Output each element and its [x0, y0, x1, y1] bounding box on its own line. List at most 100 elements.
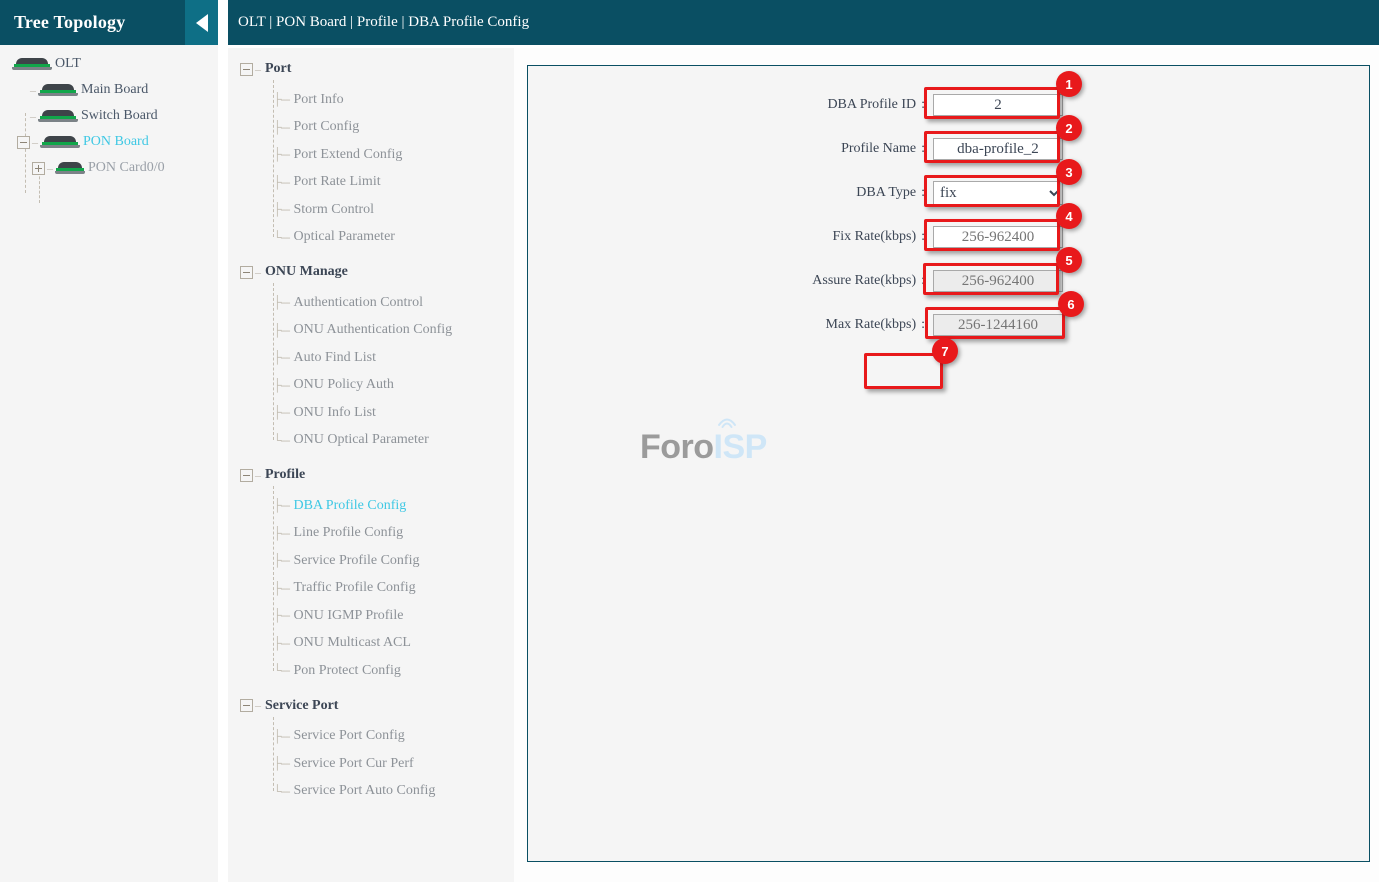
menu-group-label: Profile: [265, 467, 306, 482]
app-root: Tree Topology OLT – Main Board – Switch …: [0, 0, 1379, 886]
menu-item-port-config[interactable]: ├--- Port Config: [228, 114, 514, 142]
device-board-icon: [40, 136, 80, 148]
field-row-fix-rate: Fix Rate(kbps):: [528, 226, 1369, 248]
assure-rate-input[interactable]: [933, 270, 1063, 292]
menu-item-label: Port Rate Limit: [293, 174, 381, 190]
annotation-badge-6: 6: [1058, 291, 1084, 317]
menu-item-label: Optical Parameter: [293, 229, 395, 245]
menu-item-onu-igmp-profile[interactable]: ├--- ONU IGMP Profile: [228, 602, 514, 630]
minus-box-icon[interactable]: [240, 468, 253, 482]
menu-item-label: Traffic Profile Config: [293, 580, 416, 596]
menu-item-label: ONU Policy Auth: [293, 377, 394, 393]
menu-item-label: Auto Find List: [293, 349, 376, 365]
tree-dash-icon: –: [47, 160, 53, 175]
profile-name-input[interactable]: [933, 138, 1063, 160]
tree-node-label: PON Card0/0: [88, 160, 165, 175]
menu-item-optical-parameter[interactable]: └--- Optical Parameter: [228, 224, 514, 252]
menu-item-onu-policy-auth[interactable]: ├--- ONU Policy Auth: [228, 372, 514, 400]
menu-item-line-profile-config[interactable]: ├--- Line Profile Config: [228, 520, 514, 548]
menu-item-label: ONU Info List: [293, 404, 376, 420]
menu-group-label: Port: [265, 61, 292, 76]
minus-box-icon[interactable]: [17, 135, 30, 149]
tree-branch-icon: └---: [273, 783, 290, 798]
tree-branch-icon: ├---: [273, 322, 290, 337]
tree-node-switch-board[interactable]: – Switch Board: [0, 103, 218, 129]
tree-branch-icon: └---: [273, 229, 290, 244]
menu-item-service-port-cur-perf[interactable]: ├--- Service Port Cur Perf: [228, 750, 514, 778]
menu-item-service-port-config[interactable]: ├--- Service Port Config: [228, 723, 514, 751]
form-button-row: Confirm Cancel: [528, 423, 1369, 451]
annotation-badge-5: 5: [1056, 247, 1082, 273]
menu-group-label: Service Port: [265, 697, 339, 713]
field-label: Assure Rate(kbps):: [812, 273, 925, 288]
field-row-dba-profile-id: DBA Profile ID:: [528, 94, 1369, 116]
menu-item-port-extend-config[interactable]: ├--- Port Extend Config: [228, 141, 514, 169]
tree-branch-icon: ├---: [273, 202, 290, 217]
tree-branch-icon: ├---: [273, 350, 290, 365]
menu-item-onu-multicast-acl[interactable]: ├--- ONU Multicast ACL: [228, 630, 514, 658]
menu-group-port: – Port ├--- Port Info ├--- Port Config ├--…: [228, 58, 514, 251]
menu-group-header[interactable]: – Profile: [228, 464, 514, 486]
menu-item-onu-info-list[interactable]: ├--- ONU Info List: [228, 399, 514, 427]
annotation-box-7: [864, 353, 943, 389]
menu-item-dba-profile-config[interactable]: ├--- DBA Profile Config: [228, 492, 514, 520]
tree-branch-icon: ├---: [273, 580, 290, 595]
menu-item-traffic-profile-config[interactable]: ├--- Traffic Profile Config: [228, 575, 514, 603]
tree-branch-icon: ├---: [273, 405, 290, 420]
tree-dash-icon: –: [30, 82, 36, 97]
menu-item-label: Service Port Auto Config: [293, 783, 436, 799]
field-label: DBA Profile ID:: [827, 97, 925, 112]
menu-item-label: ONU Multicast ACL: [293, 635, 411, 651]
menu-item-label: Port Config: [293, 119, 360, 135]
tree-panel-title: Tree Topology: [14, 12, 126, 32]
menu-item-label: Line Profile Config: [293, 525, 404, 541]
tree-branch-icon: ├---: [273, 553, 290, 568]
menu-group-header[interactable]: – Port: [228, 58, 514, 80]
menu-item-service-port-auto-config[interactable]: └--- Service Port Auto Config: [228, 778, 514, 806]
field-row-assure-rate: Assure Rate(kbps):: [528, 270, 1369, 292]
dba-profile-id-input[interactable]: [933, 94, 1063, 116]
dba-type-select[interactable]: fixassureassure+maxmax: [933, 181, 1063, 205]
menu-item-port-info[interactable]: ├--- Port Info: [228, 86, 514, 114]
tree-branch-icon: ├---: [273, 92, 290, 107]
tree-node-pon-board[interactable]: – PON Board: [0, 129, 218, 155]
dba-profile-form-panel: ForoISP DBA Profile ID: 1 Profile Name: …: [527, 65, 1370, 862]
tree-dash-icon: –: [30, 108, 36, 123]
plus-box-icon[interactable]: [32, 161, 45, 175]
max-rate-input[interactable]: [933, 314, 1063, 336]
annotation-badge-1: 1: [1056, 71, 1082, 97]
menu-item-label: ONU Optical Parameter: [293, 432, 429, 448]
menu-item-onu-authentication-config[interactable]: ├--- ONU Authentication Config: [228, 317, 514, 345]
tree-branch-icon: ├---: [273, 174, 290, 189]
tree-branch-icon: ├---: [273, 728, 290, 743]
tree-branch-icon: ├---: [273, 147, 290, 162]
minus-box-icon[interactable]: [240, 699, 253, 712]
menu-item-authentication-control[interactable]: ├--- Authentication Control: [228, 289, 514, 317]
field-label: Max Rate(kbps):: [825, 317, 925, 332]
field-row-max-rate: Max Rate(kbps):: [528, 314, 1369, 336]
menu-item-label: DBA Profile Config: [293, 497, 407, 513]
menu-item-storm-control[interactable]: ├--- Storm Control: [228, 196, 514, 224]
tree-panel-header: Tree Topology: [0, 0, 218, 45]
menu-item-port-rate-limit[interactable]: ├--- Port Rate Limit: [228, 169, 514, 197]
menu-group-header[interactable]: – Service Port: [228, 695, 514, 717]
menu-item-label: Service Profile Config: [293, 552, 420, 568]
tree-dash-icon: –: [255, 61, 261, 76]
menu-item-pon-protect-config[interactable]: └--- Pon Protect Config: [228, 657, 514, 685]
menu-item-label: ONU IGMP Profile: [293, 607, 404, 623]
menu-item-label: Storm Control: [293, 201, 375, 217]
menu-item-onu-optical-parameter[interactable]: └--- ONU Optical Parameter: [228, 427, 514, 455]
collapse-sidebar-button[interactable]: [185, 0, 218, 45]
tree-branch-icon: ├---: [273, 119, 290, 134]
menu-item-auto-find-list[interactable]: ├--- Auto Find List: [228, 344, 514, 372]
minus-box-icon[interactable]: [240, 265, 253, 279]
minus-box-icon[interactable]: [240, 62, 253, 76]
tree-node-pon-card[interactable]: – PON Card0/0: [0, 155, 218, 181]
field-row-profile-name: Profile Name:: [528, 138, 1369, 160]
menu-item-service-profile-config[interactable]: ├--- Service Profile Config: [228, 547, 514, 575]
tree-node-olt[interactable]: OLT: [0, 51, 218, 77]
tree-node-main-board[interactable]: – Main Board: [0, 77, 218, 103]
menu-item-label: Pon Protect Config: [293, 662, 401, 678]
menu-group-header[interactable]: – ONU Manage: [228, 261, 514, 283]
fix-rate-input[interactable]: [933, 226, 1063, 248]
